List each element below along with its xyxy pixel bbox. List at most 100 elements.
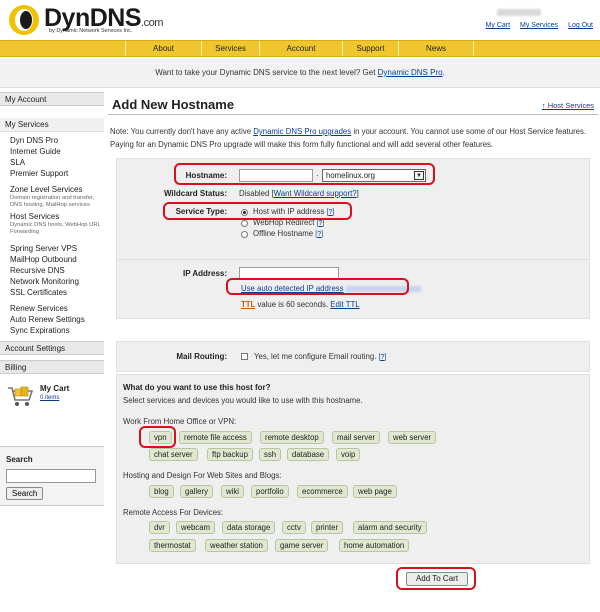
top-links: My Cart My Services Log Out xyxy=(478,22,593,29)
domain-select[interactable]: homelinux.org ▼ xyxy=(322,169,426,182)
sidebar-item-ssl-certificates[interactable]: SSL Certificates xyxy=(10,287,104,298)
tag-thermostat[interactable]: thermostat xyxy=(149,539,196,552)
sidebar-item-host-services[interactable]: Host Services xyxy=(10,211,104,222)
sidebar-item-my-services[interactable]: My Services xyxy=(0,118,104,132)
sidebar-item-network-monitoring[interactable]: Network Monitoring xyxy=(10,276,104,287)
sidebar-item-sync-expirations[interactable]: Sync Expirations xyxy=(10,325,104,336)
tag-blog[interactable]: blog xyxy=(149,485,174,498)
help-icon[interactable]: ? xyxy=(380,354,384,361)
wildcard-end: ] xyxy=(356,189,359,198)
tag-ssh[interactable]: ssh xyxy=(259,448,282,461)
help-link[interactable]: [?] xyxy=(379,354,387,361)
hostname-input[interactable] xyxy=(239,169,313,182)
mail-routing-checkbox[interactable] xyxy=(241,353,248,360)
cart-items-link[interactable]: 0 items xyxy=(40,395,59,401)
tag-mail-server[interactable]: mail server xyxy=(332,431,381,444)
nav-support[interactable]: Support xyxy=(342,41,398,56)
sidebar-heading-account-settings[interactable]: Account Settings xyxy=(0,341,104,355)
ttl-link[interactable]: TTL xyxy=(241,300,255,309)
host-services-link[interactable]: ↑ Host Services xyxy=(542,101,594,110)
sidebar-item-spring-server-vps[interactable]: Spring Server VPS xyxy=(10,243,104,254)
help-link[interactable]: [?] xyxy=(327,209,335,216)
service-type-radio-webhop[interactable] xyxy=(241,220,248,227)
tag-alarm-and-security[interactable]: alarm and security xyxy=(353,521,427,534)
help-link[interactable]: [?] xyxy=(317,220,325,227)
sidebar-item-renew-services[interactable]: Renew Services xyxy=(10,303,104,314)
nav-about[interactable]: About xyxy=(125,41,201,56)
shopping-cart-icon[interactable] xyxy=(6,384,34,408)
pro-upgrades-link[interactable]: Dynamic DNS Pro upgrades xyxy=(253,127,351,136)
add-to-cart-button[interactable]: Add To Cart xyxy=(406,572,468,586)
sidebar-item-internet-guide[interactable]: Internet Guide xyxy=(10,146,104,157)
ttl-text: value is 60 seconds. xyxy=(255,300,331,309)
main-content: Add New Hostname ↑ Host Services Note: Y… xyxy=(108,88,600,612)
sidebar-item-auto-renew-settings[interactable]: Auto Renew Settings xyxy=(10,314,104,325)
sidebar-item-premier-support[interactable]: Premier Support xyxy=(10,168,104,179)
ip-address-input[interactable] xyxy=(239,267,339,280)
tag-vpn[interactable]: vpn xyxy=(149,431,172,444)
tag-game-server[interactable]: game server xyxy=(275,539,329,552)
sidebar-item-zone-level-services[interactable]: Zone Level Services xyxy=(10,184,104,195)
service-type-label: Service Type: xyxy=(175,207,227,216)
wildcard-support-link[interactable]: Want Wildcard support? xyxy=(274,189,357,198)
tag-remote-desktop[interactable]: remote desktop xyxy=(260,431,324,444)
sidebar-item-sla[interactable]: SLA xyxy=(10,157,104,168)
sidebar-item-mailhop-outbound[interactable]: MailHop Outbound xyxy=(10,254,104,265)
username-redacted xyxy=(497,9,541,16)
help-icon[interactable]: ? xyxy=(319,220,323,227)
tag-database[interactable]: database xyxy=(287,448,330,461)
brand-tagline: by Dynamic Network Services Inc. xyxy=(49,28,133,34)
service-type-radio-offline[interactable] xyxy=(241,231,248,238)
dyndns-logo-icon[interactable] xyxy=(6,2,46,38)
tag-voip[interactable]: voip xyxy=(336,448,361,461)
help-icon[interactable]: ? xyxy=(317,231,321,238)
edit-ttl-link[interactable]: Edit TTL xyxy=(330,300,359,309)
auto-detected-ip-link[interactable]: Use auto detected IP address xyxy=(241,284,344,293)
tag-dvr[interactable]: dvr xyxy=(149,521,170,534)
search-input[interactable] xyxy=(6,469,96,483)
nav-services[interactable]: Services xyxy=(201,41,259,56)
tag-weather-station[interactable]: weather station xyxy=(205,539,268,552)
wildcard-label: Wildcard Status: xyxy=(163,189,227,198)
tag-remote-file-access[interactable]: remote file access xyxy=(179,431,252,444)
site-header: DynDNS.com by Dynamic Network Services I… xyxy=(0,0,600,40)
sidebar-item-dyn-dns-pro[interactable]: Dyn DNS Pro xyxy=(10,135,104,146)
help-icon[interactable]: ? xyxy=(329,209,333,216)
service-type-radio-host-ip[interactable] xyxy=(241,209,248,216)
log-out-link[interactable]: Log Out xyxy=(568,22,593,29)
host-usage-panel: What do you want to use this host for? S… xyxy=(116,374,590,564)
tag-portfolio[interactable]: portfolio xyxy=(251,485,289,498)
search-button[interactable]: Search xyxy=(6,487,44,500)
tag-ecommerce[interactable]: ecommerce xyxy=(297,485,348,498)
group-title-devices: Remote Access For Devices: xyxy=(123,508,224,517)
promo-text: Want to take your Dynamic DNS service to… xyxy=(155,68,378,77)
sidebar-cart: My Cart 0 items xyxy=(0,374,104,422)
tag-webcam[interactable]: webcam xyxy=(176,521,216,534)
my-cart-link[interactable]: My Cart xyxy=(486,22,511,29)
tag-cctv[interactable]: cctv xyxy=(282,521,306,534)
tag-printer[interactable]: printer xyxy=(311,521,344,534)
domain-select-value: homelinux.org xyxy=(326,171,375,180)
tag-wiki[interactable]: wiki xyxy=(221,485,244,498)
help-link[interactable]: [?] xyxy=(315,231,323,238)
tag-gallery[interactable]: gallery xyxy=(180,485,213,498)
sidebar-zone-desc: Domain registration and transfer, DNS ho… xyxy=(10,195,95,208)
service-type-option: Offline Hostname [?] xyxy=(253,229,323,238)
tag-ftp-backup[interactable]: ftp backup xyxy=(207,448,253,461)
cart-label: My Cart xyxy=(40,384,70,393)
sidebar-heading-my-account[interactable]: My Account xyxy=(0,92,104,106)
tag-data-storage[interactable]: data storage xyxy=(222,521,276,534)
promo-link[interactable]: Dynamic DNS Pro xyxy=(378,68,443,77)
tag-home-automation[interactable]: home automation xyxy=(339,539,410,552)
service-type-offline-label: Offline Hostname xyxy=(253,229,314,238)
nav-news[interactable]: News xyxy=(398,41,474,56)
tag-web-server[interactable]: web server xyxy=(388,431,437,444)
note-text-start: Note: You currently don't have any activ… xyxy=(110,127,254,136)
my-services-link[interactable]: My Services xyxy=(520,22,558,29)
tag-web-page[interactable]: web page xyxy=(353,485,397,498)
nav-account[interactable]: Account xyxy=(259,41,342,56)
sidebar-item-recursive-dns[interactable]: Recursive DNS xyxy=(10,265,104,276)
ttl-row: TTL value is 60 seconds. Edit TTL xyxy=(241,300,360,309)
tag-chat-server[interactable]: chat server xyxy=(149,448,198,461)
sidebar-heading-billing[interactable]: Billing xyxy=(0,360,104,374)
